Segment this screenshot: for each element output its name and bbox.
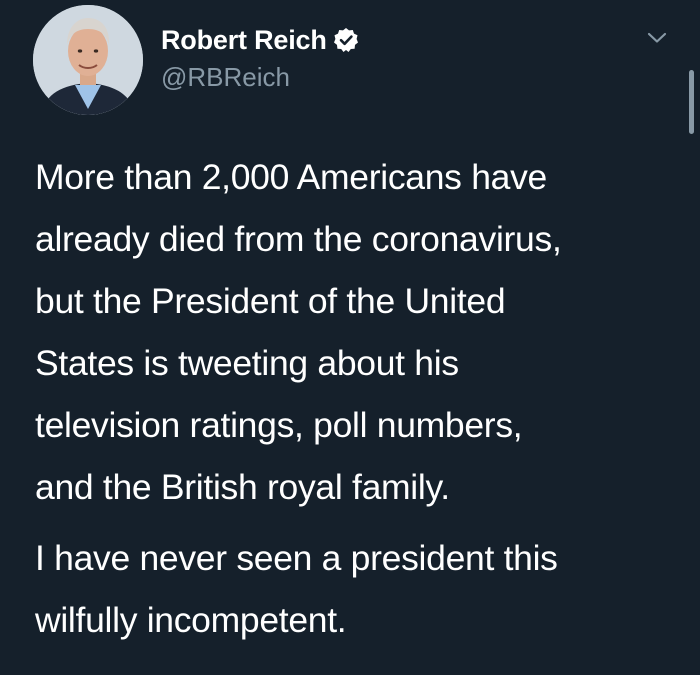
- tweet-line: already died from the coronavirus,: [35, 219, 562, 259]
- tweet-line: television ratings, poll numbers,: [35, 405, 523, 445]
- chevron-down-icon[interactable]: [646, 31, 668, 45]
- author-display-name[interactable]: Robert Reich: [161, 25, 327, 56]
- tweet-line: More than 2,000 Americans have: [35, 157, 547, 197]
- tweet-line: I have never seen a president this: [35, 538, 558, 578]
- avatar-photo: [33, 5, 143, 115]
- tweet-line: wilfully incompetent.: [35, 600, 347, 640]
- avatar[interactable]: [33, 5, 143, 115]
- verified-badge-icon: [333, 28, 358, 52]
- author-handle[interactable]: @RBReich: [161, 62, 290, 93]
- tweet-paragraph-1: More than 2,000 Americans have already d…: [35, 146, 675, 518]
- tweet-line: but the President of the United: [35, 281, 506, 321]
- tweet-line: States is tweeting about his: [35, 343, 459, 383]
- tweet-paragraph-2: I have never seen a president this wilfu…: [35, 527, 675, 651]
- scrollbar[interactable]: [689, 70, 694, 134]
- author-name-row[interactable]: Robert Reich: [161, 22, 359, 58]
- tweet-line: and the British royal family.: [35, 467, 450, 507]
